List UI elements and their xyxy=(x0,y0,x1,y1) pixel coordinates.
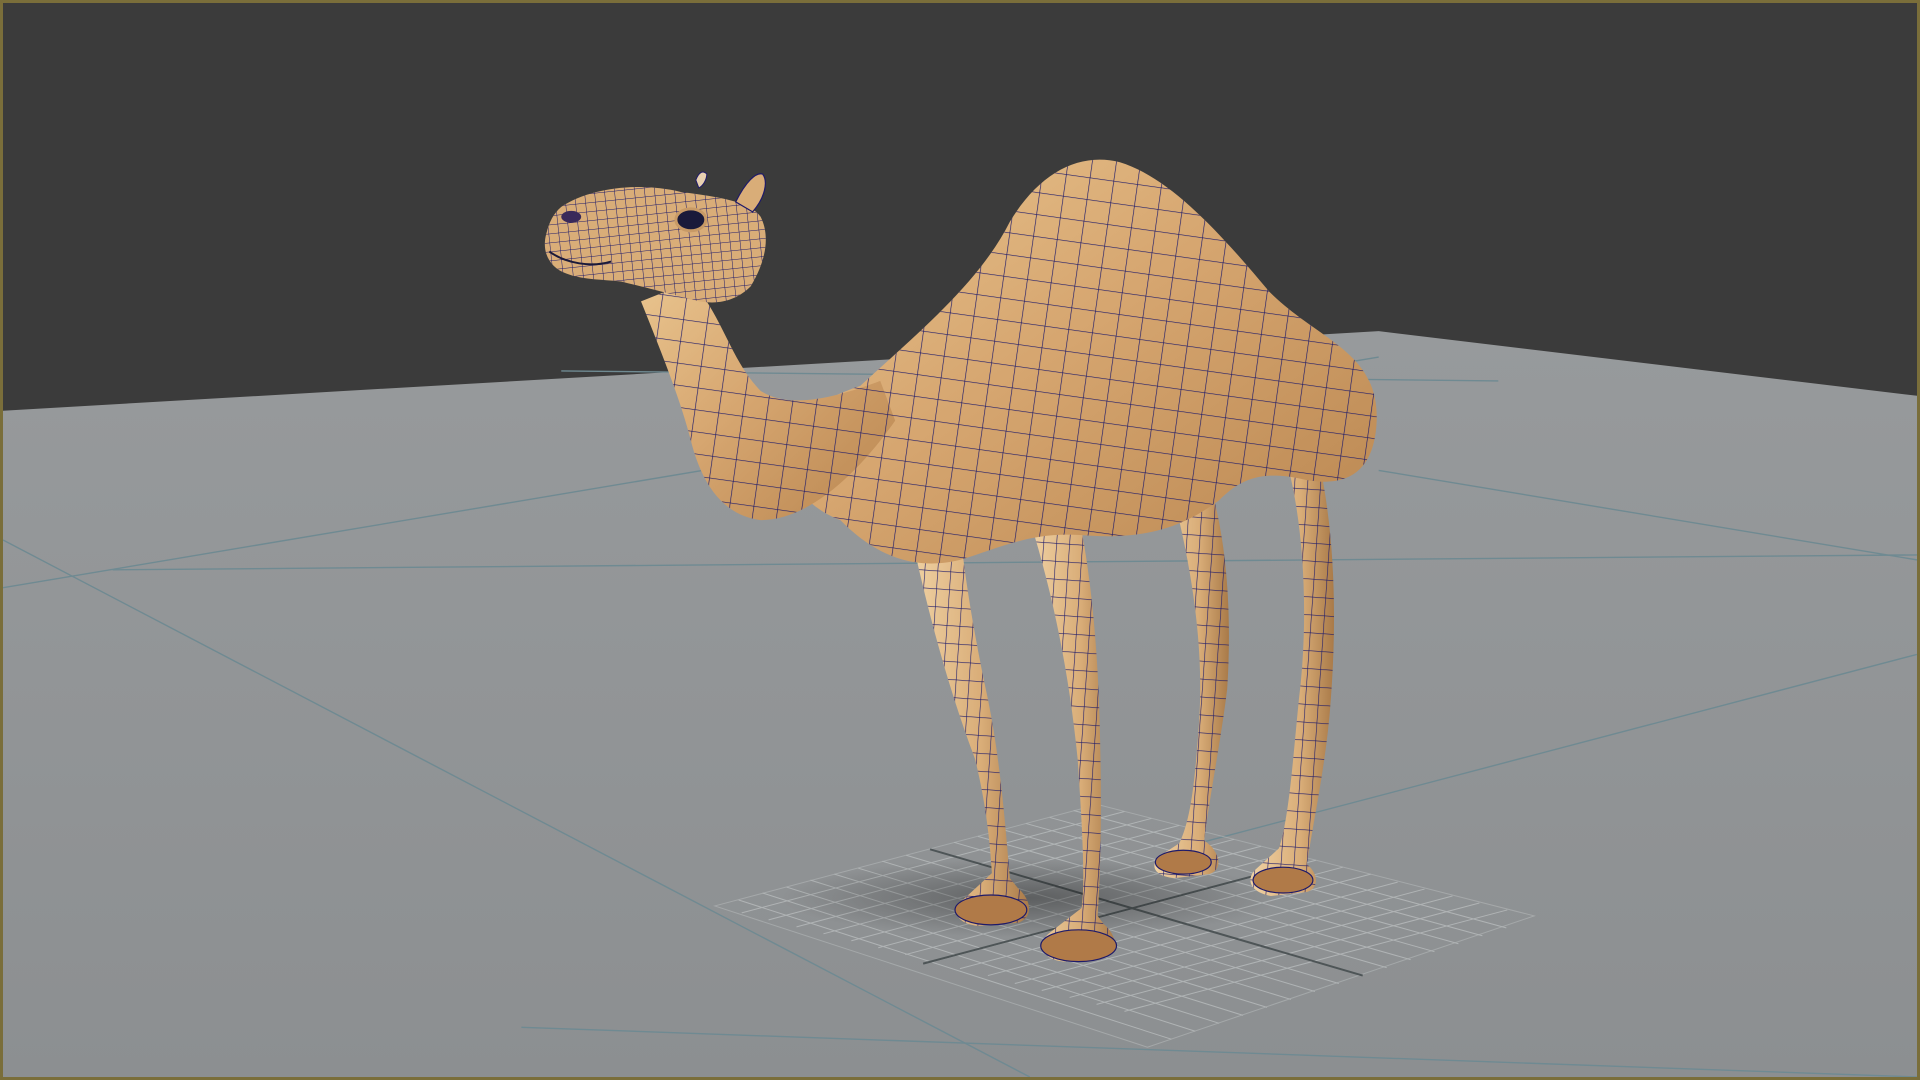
viewport-frame xyxy=(0,0,1920,1080)
camel-eye xyxy=(674,207,708,233)
camel-nostril xyxy=(561,210,582,223)
3d-viewport[interactable] xyxy=(3,3,1917,1077)
